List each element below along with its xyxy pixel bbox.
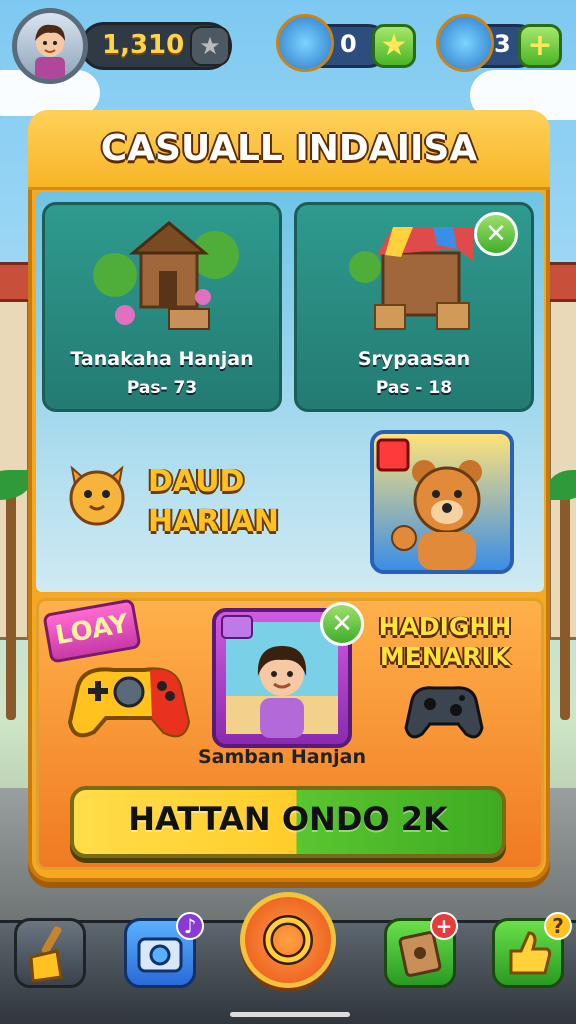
avatar-portrait-icon [35,24,65,79]
reward-card-close-button[interactable]: ✕ [320,602,364,646]
garden-house-icon [93,221,239,330]
gamepad-dark-icon [404,678,484,744]
camera-badge-icon: ♪ [176,912,204,940]
thumbs-up-badge-icon: ? [544,912,572,940]
add-lives-button[interactable]: + [518,24,562,68]
broom-icon [29,926,63,983]
card-garden-subtitle: Pas- 73 [126,378,198,398]
play-button[interactable] [240,892,336,988]
card-market-subtitle: Pas - 18 [375,378,453,398]
daily-mission-title-line2: HARIAN [148,504,279,539]
claim-cta-label: HATTAN ONDO 2K [128,800,448,838]
add-gems-button[interactable]: ★ [372,24,416,68]
lives-glove-icon [436,14,494,72]
gem-value: 0 [340,30,357,58]
coin-value: 1,310 [102,30,185,60]
palm-tree [6,480,16,720]
broom-button[interactable] [14,918,86,988]
daily-mission-bear-card[interactable] [370,430,514,574]
bear-mascot-icon [376,438,482,570]
card-garden-title: Tanakaha Hanjan [70,348,254,370]
player-avatar[interactable] [12,8,88,84]
map-badge-icon: + [430,912,458,940]
reward-title-line2: MENARIK [379,642,511,671]
reward-title-line1: HADIGHH [378,612,512,641]
samban-reward-label: Samban Hanjan [198,746,366,768]
play-ring-icon [263,915,313,965]
home-indicator[interactable] [230,1012,350,1017]
lives-value: 3 [494,30,511,58]
panel-title: CASUALL INDAIISA [100,128,478,169]
palm-tree [560,480,570,720]
card-market-close-button[interactable]: ✕ [474,212,518,256]
gem-hand-icon [276,14,334,72]
star-icon[interactable]: ★ [190,26,230,66]
gamepad-gold-icon [64,656,194,746]
daily-mission-title-line1: DAUD [148,464,245,499]
card-market-title: Srypaasan [357,348,471,370]
cat-icon [62,460,132,530]
